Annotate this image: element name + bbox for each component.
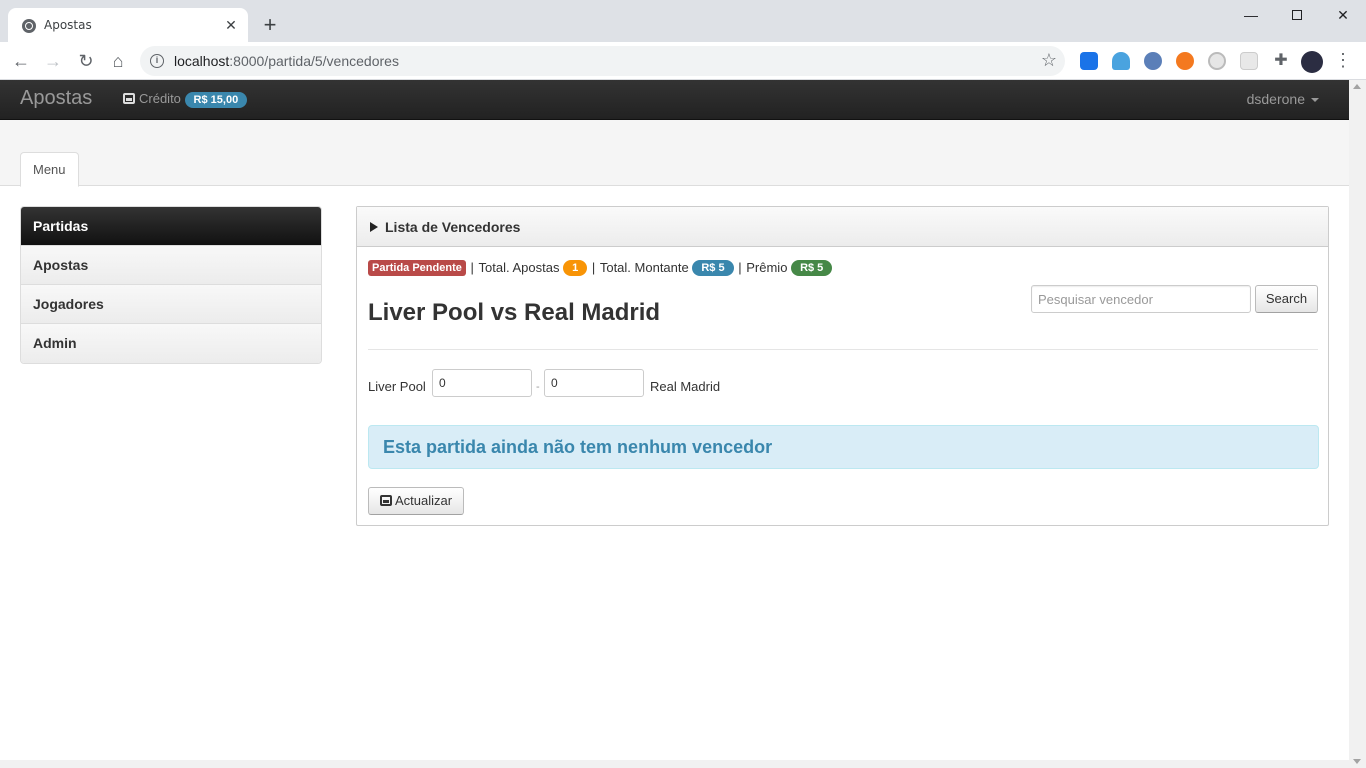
status-badge: Partida Pendente [368,259,466,276]
panel-header[interactable]: Lista de Vencedores [357,207,1328,247]
update-button[interactable]: Actualizar [368,487,464,515]
inbox-icon [379,495,392,506]
tab-menu[interactable]: Menu [20,152,79,187]
credit-badge: R$ 15,00 [184,92,248,108]
browser-toolbar: ← → ↻ ⌂ i localhost:8000/partida/5/vence… [0,42,1366,80]
url-host: localhost [174,53,230,69]
update-button-label: Actualizar [394,493,453,508]
maximize-button[interactable] [1274,0,1320,30]
search-winner-input[interactable] [1031,285,1251,313]
inbox-icon [123,93,135,104]
maximize-icon [1292,10,1302,20]
play-icon [370,222,378,232]
forward-icon[interactable]: → [40,48,66,74]
close-tab-icon[interactable]: ✕ [222,16,240,34]
url-path: :8000/partida/5/vencedores [229,53,399,69]
extension-grid-icon[interactable] [1240,52,1258,70]
star-icon[interactable]: ☆ [1041,50,1057,71]
brand-link[interactable]: Apostas [20,87,92,110]
browser-tabstrip: Apostas ✕ + — ✕ [0,0,1366,42]
username: dsderone [1246,91,1305,107]
sidebar-item-partidas[interactable]: Partidas [21,207,321,246]
total-amount-badge: R$ 5 [692,259,734,276]
total-bets-label: Total. Apostas [478,260,560,276]
team-b-label: Real Madrid [650,379,721,394]
credit-label: Crédito [139,91,181,106]
extension-compass-icon[interactable] [1144,52,1162,70]
scroll-down-arrow-icon[interactable] [1353,759,1361,764]
separator: | [470,260,474,276]
new-tab-button[interactable]: + [258,13,282,37]
home-icon[interactable]: ⌂ [105,48,131,74]
info-icon[interactable]: i [150,54,164,68]
browser-tab[interactable]: Apostas ✕ [8,8,248,42]
scroll-up-arrow-icon[interactable] [1353,84,1361,89]
sidebar-item-apostas[interactable]: Apostas [21,246,321,285]
globe-icon [22,19,36,33]
score-separator: - [536,381,540,393]
team-b-score-input[interactable] [544,369,644,397]
horizontal-scrollbar[interactable] [0,760,1349,768]
back-icon[interactable]: ← [8,48,34,74]
menu-icon[interactable]: ⋮ [1334,50,1352,71]
tab-title: Apostas [44,18,92,32]
divider [368,349,1318,350]
team-a-label: Liver Pool [368,379,426,394]
panel-title: Lista de Vencedores [385,219,521,235]
caret-down-icon [1311,98,1319,102]
subheader: Menu [0,120,1349,187]
vertical-scrollbar[interactable] [1349,80,1366,768]
match-title: Liver Pool vs Real Madrid [368,299,661,326]
separator: | [738,260,742,276]
profile-avatar[interactable] [1301,51,1323,73]
sidebar-item-jogadores[interactable]: Jogadores [21,285,321,324]
sidebar-nav: Partidas Apostas Jogadores Admin [20,206,322,364]
match-status-line: Partida Pendente | Total. Apostas 1 | To… [368,259,833,276]
total-bets-badge: 1 [563,259,588,276]
puzzle-icon[interactable]: ✚ [1272,52,1290,70]
extension-target-icon[interactable] [1208,52,1226,70]
reload-icon[interactable]: ↻ [73,48,99,74]
prize-badge: R$ 5 [791,259,833,276]
no-winner-alert: Esta partida ainda não tem nenhum venced… [368,425,1319,469]
separator: | [591,260,596,276]
top-navbar: Apostas Crédito R$ 15,00 dsderone [0,80,1349,120]
minimize-button[interactable]: — [1228,0,1274,30]
extension-cloud-icon[interactable] [1112,52,1130,70]
extension-translate-icon[interactable] [1080,52,1098,70]
team-a-score-input[interactable] [432,369,532,397]
extension-orange-icon[interactable] [1176,52,1194,70]
close-window-button[interactable]: ✕ [1320,0,1366,30]
winners-panel: Lista de Vencedores Partida Pendente | T… [356,206,1329,526]
user-dropdown[interactable]: dsderone [1247,91,1319,107]
address-bar[interactable]: i localhost:8000/partida/5/vencedores ☆ [140,46,1065,76]
sidebar-item-admin[interactable]: Admin [21,324,321,363]
total-amount-label: Total. Montante [599,260,689,276]
url-text[interactable]: localhost:8000/partida/5/vencedores [174,53,399,69]
page: Apostas Crédito R$ 15,00 dsderone Menu P… [0,80,1349,760]
search-button[interactable]: Search [1255,285,1318,313]
credit-indicator: Crédito R$ 15,00 [123,91,248,108]
prize-label: Prêmio [746,260,788,276]
